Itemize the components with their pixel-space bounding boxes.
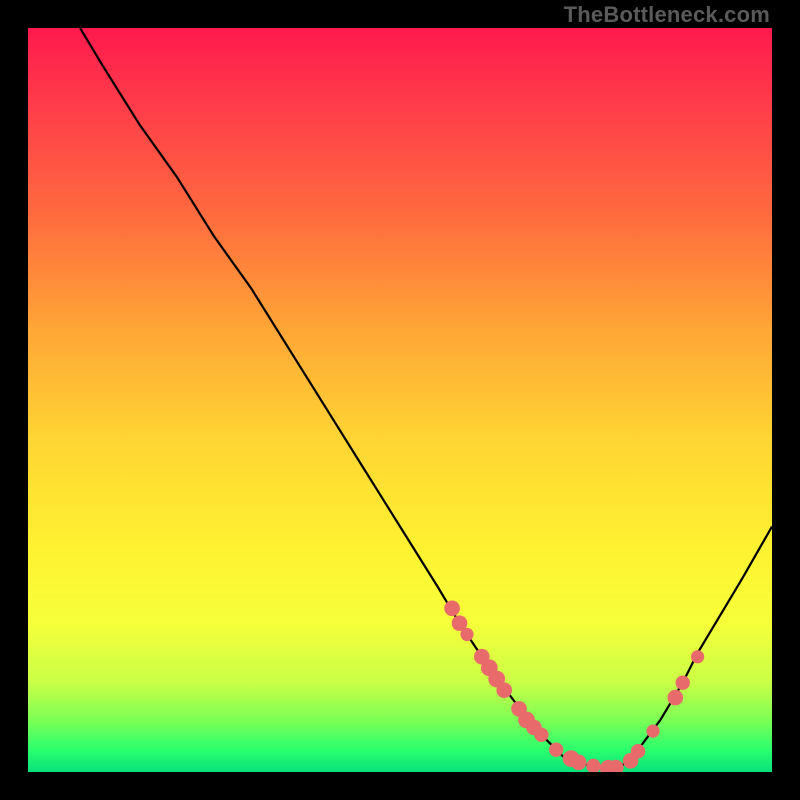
- watermark-text: TheBottleneck.com: [564, 2, 770, 28]
- chart-frame: [28, 28, 772, 772]
- chart-gradient-background: [28, 28, 772, 772]
